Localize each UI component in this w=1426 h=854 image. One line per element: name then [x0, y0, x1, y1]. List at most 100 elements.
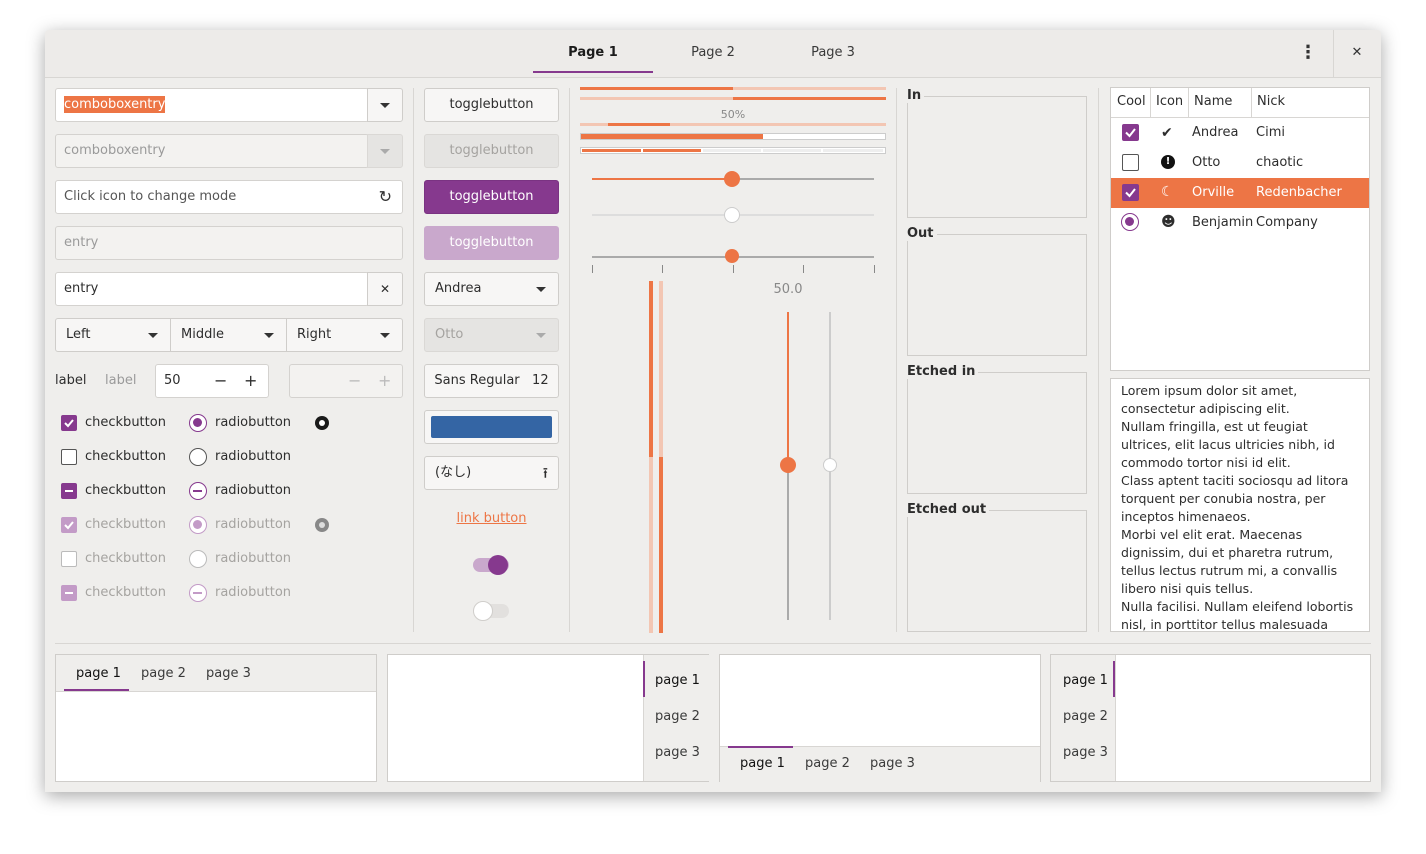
color-button[interactable]	[424, 410, 559, 444]
column-cool[interactable]: Cool	[1117, 94, 1146, 109]
frame-etched-in	[907, 372, 1087, 494]
row-name: Benjamin	[1192, 215, 1254, 230]
gtk-window: Page 1 Page 2 Page 3 ⋮ ✕ comboboxentry c…	[45, 30, 1381, 792]
text-line: torquent per conubia nostra, per	[1121, 491, 1326, 506]
cool-checkbox[interactable]	[1122, 154, 1139, 171]
checkbox-unchecked[interactable]	[61, 449, 77, 465]
radio-inconsistent[interactable]	[189, 482, 207, 500]
notebook-tab-page-2[interactable]: page 2	[655, 709, 700, 724]
check-icon	[64, 521, 74, 530]
checkbox-checked-disabled	[61, 517, 77, 533]
font-button[interactable]: Sans Regular 12	[424, 364, 559, 398]
text-line: Lorem ipsum dolor sit amet,	[1121, 383, 1298, 398]
notebook-tab-page-1[interactable]: page 1	[1063, 673, 1108, 688]
combo-andrea[interactable]: Andrea	[424, 272, 559, 306]
separator	[1098, 88, 1099, 632]
text-line: Morbi vel elit erat. Maecenas	[1121, 527, 1303, 542]
cool-checkbox[interactable]	[1122, 124, 1139, 141]
hscale-1[interactable]	[592, 171, 874, 187]
column-name[interactable]: Name	[1194, 94, 1232, 109]
entry-disabled: entry	[55, 226, 403, 260]
notebook-tab-page-3[interactable]: page 3	[655, 745, 700, 760]
radio-unchecked-disabled	[189, 550, 207, 568]
column-nick[interactable]: Nick	[1257, 94, 1285, 109]
mode-entry[interactable]: Click icon to change mode ↻	[55, 180, 403, 214]
notebook-tab-page-1[interactable]: page 1	[76, 666, 121, 681]
notebook-tab-page-2[interactable]: page 2	[1063, 709, 1108, 724]
combo-middle[interactable]: Middle	[170, 318, 287, 352]
tree-view[interactable]: Cool Icon Name Nick ✔ Andrea Cimi ! Otto…	[1110, 87, 1370, 371]
text-view[interactable]: Lorem ipsum dolor sit amet, consectetur …	[1110, 378, 1370, 632]
radio-label: radiobutton	[215, 449, 292, 464]
file-chooser-button[interactable]: (なし) ⭱	[424, 456, 559, 490]
cool-checkbox[interactable]	[1122, 184, 1139, 201]
check-icon	[1125, 188, 1136, 198]
combo-middle-label: Middle	[181, 327, 224, 342]
tab-page-1[interactable]: Page 1	[533, 30, 653, 75]
row-name: Andrea	[1192, 125, 1239, 140]
checkbox-label: checkbutton	[85, 415, 166, 430]
clear-entry-button[interactable]: ✕	[367, 272, 403, 306]
combo-right[interactable]: Right	[286, 318, 403, 352]
tab-page-3[interactable]: Page 3	[773, 30, 893, 75]
notebook-tab-page-3[interactable]: page 3	[206, 666, 251, 681]
vscale-1[interactable]	[780, 312, 796, 620]
font-size: 12	[532, 373, 549, 388]
switch-on[interactable]	[473, 555, 509, 575]
frame-etched-out	[907, 510, 1087, 632]
togglebutton[interactable]: togglebutton	[424, 88, 559, 122]
tree-row[interactable]: ☻ Benjamin Company	[1111, 208, 1369, 238]
row-nick: Redenbacher	[1256, 185, 1342, 200]
checkbox-label: checkbutton	[85, 551, 166, 566]
switch-off[interactable]	[473, 601, 509, 621]
radio-unchecked[interactable]	[189, 448, 207, 466]
tab-page-2[interactable]: Page 2	[653, 30, 773, 75]
combobox-entry-disabled: comboboxentry	[55, 134, 369, 168]
checkbox-checked[interactable]	[61, 415, 77, 431]
chevron-down-icon	[264, 333, 274, 338]
togglebutton-active[interactable]: togglebutton	[424, 180, 559, 214]
plus-icon[interactable]: +	[244, 365, 257, 397]
combobox-dropdown-button[interactable]	[367, 88, 403, 122]
minus-icon[interactable]: −	[214, 365, 227, 397]
radio-label: radiobutton	[215, 415, 292, 430]
spin-button[interactable]: 50 − +	[155, 364, 269, 398]
radio-small-dark[interactable]	[315, 416, 329, 430]
tree-row[interactable]: ! Otto chaotic	[1111, 148, 1369, 178]
entry-field[interactable]: entry	[55, 272, 369, 306]
notebook-tab-page-1[interactable]: page 1	[740, 756, 785, 771]
radio-label: radiobutton	[215, 483, 292, 498]
notebook-tab-page-3[interactable]: page 3	[1063, 745, 1108, 760]
notebook-tab-page-1[interactable]: page 1	[655, 673, 700, 688]
chevron-down-icon	[148, 333, 158, 338]
text-line: dignissim, dui et pharetra rutrum,	[1121, 545, 1334, 560]
level-bar	[580, 147, 886, 154]
link-button[interactable]: link button	[424, 511, 559, 526]
combobox-entry[interactable]: comboboxentry	[55, 88, 369, 122]
combo-andrea-label: Andrea	[435, 281, 482, 296]
tree-row[interactable]: ✔ Andrea Cimi	[1111, 118, 1369, 148]
separator	[55, 643, 1371, 644]
tab-indicator	[728, 746, 793, 748]
vscale-value: 50.0	[773, 282, 803, 297]
notebook-tab-page-2[interactable]: page 2	[805, 756, 850, 771]
column-icon[interactable]: Icon	[1156, 94, 1183, 109]
checkbox-inconsistent[interactable]	[61, 483, 77, 499]
file-chooser-label: (なし)	[435, 465, 472, 480]
vertical-dots-icon[interactable]: ⋮	[1285, 30, 1331, 76]
hscale-marks[interactable]	[592, 249, 874, 263]
radio-checked[interactable]	[189, 414, 207, 432]
notebook-tab-page-2[interactable]: page 2	[141, 666, 186, 681]
separator	[569, 88, 570, 632]
chevron-down-icon	[536, 287, 546, 292]
combo-left[interactable]: Left	[55, 318, 171, 352]
close-icon[interactable]: ✕	[1334, 30, 1380, 76]
refresh-icon[interactable]: ↻	[379, 181, 392, 213]
tree-row-selected[interactable]: ☾ Orville Redenbacher	[1111, 178, 1369, 208]
text-line: commodo tortor nisi id elit.	[1121, 455, 1291, 470]
cool-radio[interactable]	[1121, 213, 1139, 231]
progress-bar-1	[580, 87, 886, 90]
combo-left-label: Left	[66, 327, 91, 342]
notebook-tab-page-3[interactable]: page 3	[870, 756, 915, 771]
notebook-left: page 1 page 2 page 3	[1050, 654, 1371, 782]
